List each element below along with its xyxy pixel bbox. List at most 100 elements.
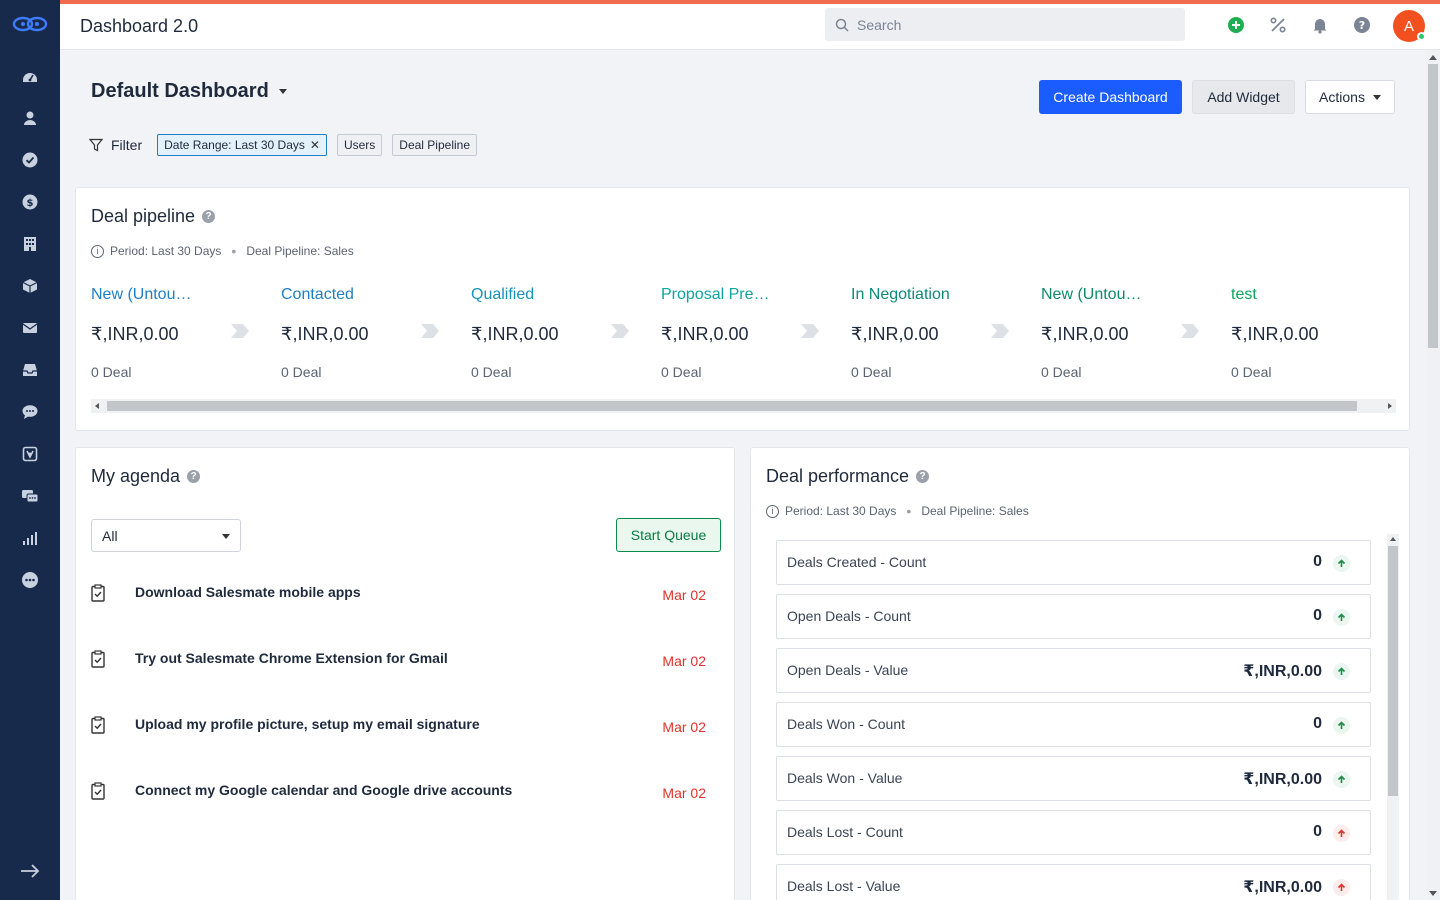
products-icon[interactable] bbox=[20, 276, 40, 296]
stage-count: 0 Deal bbox=[91, 364, 132, 380]
task-clipboard-icon bbox=[91, 584, 105, 602]
pipeline-stage[interactable]: test ₹,INR,0.00 0 Deal bbox=[1231, 286, 1381, 380]
scrollbar-thumb[interactable] bbox=[1428, 64, 1438, 348]
list-item[interactable]: Upload my profile picture, setup my emai… bbox=[91, 716, 706, 756]
chevron-right-icon bbox=[801, 324, 819, 338]
metric-label: Deals Won - Value bbox=[787, 770, 903, 786]
add-widget-button[interactable]: Add Widget bbox=[1192, 80, 1295, 114]
vertical-scrollbar[interactable] bbox=[1387, 534, 1399, 900]
pipeline-stage[interactable]: Qualified ₹,INR,0.00 0 Deal bbox=[471, 286, 621, 380]
automation-icon[interactable] bbox=[20, 444, 40, 464]
dashboard-icon[interactable] bbox=[20, 66, 40, 86]
stage-count: 0 Deal bbox=[1231, 364, 1272, 380]
actions-button[interactable]: Actions bbox=[1305, 80, 1395, 114]
stage-name[interactable]: New (Untou… bbox=[91, 286, 241, 304]
scrollbar-thumb[interactable] bbox=[1388, 546, 1398, 796]
help-icon[interactable]: ? bbox=[916, 470, 930, 483]
scroll-up-icon[interactable] bbox=[1390, 537, 1396, 541]
add-icon[interactable] bbox=[1227, 16, 1245, 34]
expand-arrow-icon[interactable] bbox=[18, 860, 42, 882]
agenda-filter-select[interactable]: All bbox=[91, 519, 241, 552]
card-meta: i Period: Last 30 Days • Deal Pipeline: … bbox=[766, 503, 1029, 519]
metric-row[interactable]: Deals Won - Count 0 bbox=[776, 702, 1371, 747]
chevron-right-icon bbox=[1181, 324, 1199, 338]
metric-value: 0 bbox=[1313, 553, 1322, 570]
help-icon[interactable]: ? bbox=[1353, 16, 1371, 34]
card-title: My agenda ? bbox=[91, 466, 201, 487]
tasks-icon[interactable] bbox=[20, 150, 40, 170]
filter-icon[interactable] bbox=[89, 138, 103, 152]
help-icon[interactable]: ? bbox=[202, 210, 216, 223]
help-icon[interactable]: ? bbox=[187, 470, 201, 483]
metric-value: ₹,INR,0.00 bbox=[1243, 663, 1322, 680]
separator-dot: • bbox=[906, 503, 912, 519]
contacts-icon[interactable] bbox=[20, 108, 40, 128]
create-dashboard-button[interactable]: Create Dashboard bbox=[1039, 80, 1182, 114]
bell-icon[interactable] bbox=[1311, 16, 1329, 34]
metric-row[interactable]: Deals Won - Value ₹,INR,0.00 bbox=[776, 756, 1371, 801]
filter-label[interactable]: Filter bbox=[111, 137, 142, 153]
search-input[interactable] bbox=[857, 16, 1157, 33]
horizontal-scrollbar[interactable] bbox=[91, 399, 1396, 413]
task-title[interactable]: Upload my profile picture, setup my emai… bbox=[135, 716, 480, 732]
start-queue-button[interactable]: Start Queue bbox=[616, 518, 721, 552]
percent-icon[interactable] bbox=[1269, 16, 1287, 34]
list-item[interactable]: Connect my Google calendar and Google dr… bbox=[91, 782, 706, 822]
messenger-icon[interactable] bbox=[20, 486, 40, 506]
trend-up-icon bbox=[1333, 771, 1350, 788]
filter-chip-users[interactable]: Users bbox=[336, 134, 383, 156]
scroll-left-icon[interactable] bbox=[95, 403, 99, 409]
stage-name[interactable]: In Negotiation bbox=[851, 286, 1001, 304]
companies-icon[interactable] bbox=[20, 234, 40, 254]
filter-chip-date-range[interactable]: Date Range: Last 30 Days ✕ bbox=[157, 134, 327, 156]
dashboard-selector[interactable]: Default Dashboard bbox=[91, 80, 287, 103]
scroll-right-icon[interactable] bbox=[1388, 403, 1392, 409]
actions-label: Actions bbox=[1319, 89, 1365, 105]
stage-name[interactable]: New (Untou… bbox=[1041, 286, 1191, 304]
page-scrollbar[interactable] bbox=[1426, 50, 1440, 900]
avatar-initial: A bbox=[1403, 17, 1414, 35]
scroll-up-icon[interactable] bbox=[1429, 55, 1437, 60]
task-title[interactable]: Connect my Google calendar and Google dr… bbox=[135, 782, 512, 798]
filter-chip-deal-pipeline[interactable]: Deal Pipeline bbox=[392, 134, 477, 156]
stage-name[interactable]: Contacted bbox=[281, 286, 431, 304]
pipeline-stage[interactable]: In Negotiation ₹,INR,0.00 0 Deal bbox=[851, 286, 1001, 380]
period-text: Period: Last 30 Days bbox=[110, 244, 222, 258]
stage-name[interactable]: test bbox=[1231, 286, 1381, 304]
metric-row[interactable]: Deals Lost - Count 0 bbox=[776, 810, 1371, 855]
inbox-icon[interactable] bbox=[20, 360, 40, 380]
salesmate-logo[interactable] bbox=[12, 14, 48, 34]
pipeline-stage[interactable]: Contacted ₹,INR,0.00 0 Deal bbox=[281, 286, 431, 380]
period-text: Period: Last 30 Days bbox=[785, 504, 897, 518]
list-item[interactable]: Download Salesmate mobile apps Mar 02 bbox=[91, 584, 706, 624]
chevron-right-icon bbox=[611, 324, 629, 338]
metric-row[interactable]: Open Deals - Value ₹,INR,0.00 bbox=[776, 648, 1371, 693]
metric-row[interactable]: Open Deals - Count 0 bbox=[776, 594, 1371, 639]
scroll-down-icon[interactable] bbox=[1429, 891, 1437, 896]
pipeline-stage[interactable]: New (Untou… ₹,INR,0.00 0 Deal bbox=[91, 286, 241, 380]
chat-icon[interactable] bbox=[20, 402, 40, 422]
pipeline-stage[interactable]: New (Untou… ₹,INR,0.00 0 Deal bbox=[1041, 286, 1191, 380]
scrollbar-thumb[interactable] bbox=[107, 401, 1357, 411]
metric-row[interactable]: Deals Lost - Value ₹,INR,0.00 bbox=[776, 864, 1371, 900]
search-box[interactable] bbox=[825, 8, 1185, 41]
chevron-down-icon bbox=[278, 89, 287, 94]
deals-icon[interactable]: $ bbox=[20, 192, 40, 212]
more-icon[interactable] bbox=[20, 570, 40, 590]
stage-name[interactable]: Qualified bbox=[471, 286, 621, 304]
task-title[interactable]: Download Salesmate mobile apps bbox=[135, 584, 361, 600]
task-title[interactable]: Try out Salesmate Chrome Extension for G… bbox=[135, 650, 448, 666]
list-item[interactable]: Try out Salesmate Chrome Extension for G… bbox=[91, 650, 706, 690]
chevron-down-icon bbox=[1372, 94, 1381, 100]
pipeline-stage[interactable]: Proposal Pre… ₹,INR,0.00 0 Deal bbox=[661, 286, 811, 380]
metric-label: Open Deals - Count bbox=[787, 608, 911, 624]
top-bar: Dashboard 2.0 ? A bbox=[60, 0, 1440, 50]
metric-row[interactable]: Deals Created - Count 0 bbox=[776, 540, 1371, 585]
chip-label: Users bbox=[343, 138, 376, 152]
avatar[interactable]: A bbox=[1393, 10, 1426, 42]
stage-name[interactable]: Proposal Pre… bbox=[661, 286, 811, 304]
close-icon[interactable]: ✕ bbox=[310, 138, 320, 152]
reports-icon[interactable] bbox=[20, 528, 40, 548]
email-icon[interactable] bbox=[20, 318, 40, 338]
metric-label: Deals Won - Count bbox=[787, 716, 906, 732]
